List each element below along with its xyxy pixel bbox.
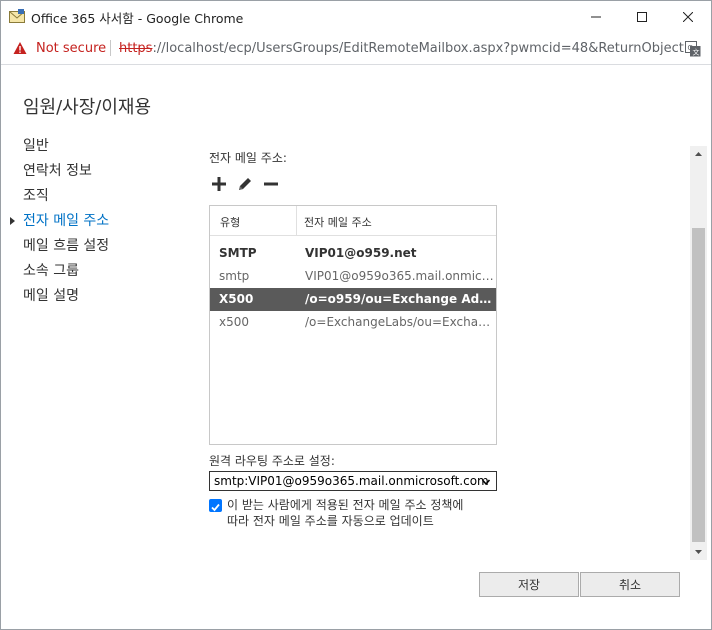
checkmark-icon <box>211 503 220 512</box>
vertical-scrollbar[interactable] <box>690 146 707 560</box>
table-header: 유형 전자 메일 주소 <box>210 206 496 236</box>
add-button[interactable] <box>209 174 229 194</box>
close-button[interactable] <box>665 1 711 32</box>
policy-checkbox-label: 이 받는 사람에게 적용된 전자 메일 주소 정책에 따라 전자 메일 주소를 … <box>227 498 464 528</box>
warning-icon <box>13 42 27 54</box>
minimize-icon <box>591 16 601 17</box>
scroll-up-arrow-icon <box>695 152 702 156</box>
nav-item-member-of[interactable]: 소속 그룹 <box>23 261 109 286</box>
cell-type: SMTP <box>219 246 257 260</box>
browser-window: Office 365 사서함 - Google Chrome Not secur… <box>0 0 712 630</box>
minimize-button[interactable] <box>573 1 619 32</box>
email-address-table: 유형 전자 메일 주소 SMTP VIP01@o959.net smtp VIP… <box>209 205 497 445</box>
nav-item-general[interactable]: 일반 <box>23 136 109 161</box>
cell-type: smtp <box>219 269 250 283</box>
column-header-address[interactable]: 전자 메일 주소 <box>304 214 372 230</box>
cell-type: x500 <box>219 315 250 329</box>
email-section-label: 전자 메일 주소: <box>209 151 287 165</box>
save-button[interactable]: 저장 <box>479 572 579 597</box>
security-status[interactable]: Not secure <box>36 41 106 56</box>
cell-address: /o=ExchangeLabs/ou=Exchange Administrati… <box>305 315 495 329</box>
pencil-icon <box>239 178 251 190</box>
cell-address: VIP01@o959o365.mail.onmicrosoft.com <box>305 269 495 283</box>
cell-address: VIP01@o959.net <box>305 246 417 260</box>
nav-item-organization[interactable]: 조직 <box>23 186 109 211</box>
scrollbar-thumb[interactable] <box>692 228 705 542</box>
cell-address: /o=o959/ou=Exchange Administrative Group <box>305 292 495 306</box>
cell-type: X500 <box>219 292 254 306</box>
column-header-type[interactable]: 유형 <box>220 214 240 230</box>
scroll-down-arrow-icon <box>695 550 702 554</box>
url-path: ://localhost/ecp/UsersGroups/EditRemoteM… <box>152 41 697 56</box>
scroll-up-button[interactable] <box>690 146 707 163</box>
chevron-down-icon <box>482 479 490 486</box>
column-divider <box>296 206 297 236</box>
nav-item-mail-tip[interactable]: 메일 설명 <box>23 286 109 311</box>
address-separator <box>110 40 111 56</box>
minus-icon <box>264 182 278 186</box>
plus-icon <box>212 177 226 191</box>
table-row[interactable]: SMTP VIP01@o959.net <box>210 242 496 265</box>
remove-button[interactable] <box>261 174 281 194</box>
cancel-button[interactable]: 취소 <box>580 572 680 597</box>
side-nav: 일반 연락처 정보 조직 전자 메일 주소 메일 흐름 설정 소속 그룹 메일 … <box>10 136 109 311</box>
close-icon <box>683 11 693 22</box>
translate-icon[interactable]: G 文 <box>685 41 701 57</box>
scroll-down-button[interactable] <box>690 543 707 560</box>
table-row[interactable]: x500 /o=ExchangeLabs/ou=Exchange Adminis… <box>210 311 496 334</box>
policy-checkbox[interactable] <box>209 499 222 512</box>
routing-address-select[interactable]: smtp:VIP01@o959o365.mail.onmicrosoft.com <box>209 471 497 491</box>
page-title: 임원/사장/이재용 <box>23 97 152 118</box>
url-field[interactable]: https://localhost/ecp/UsersGroups/EditRe… <box>119 41 696 56</box>
active-caret-icon <box>10 217 15 225</box>
maximize-icon <box>637 11 647 22</box>
address-bar: Not secure https://localhost/ecp/UsersGr… <box>1 32 711 65</box>
nav-item-email-address[interactable]: 전자 메일 주소 <box>23 211 109 236</box>
nav-item-mail-flow[interactable]: 메일 흐름 설정 <box>23 236 109 261</box>
edit-button[interactable] <box>235 174 255 194</box>
url-scheme: https <box>119 41 153 56</box>
table-row-selected[interactable]: X500 /o=o959/ou=Exchange Administrative … <box>210 288 496 311</box>
mail-envelope-icon <box>9 9 25 23</box>
nav-item-contact-info[interactable]: 연락처 정보 <box>23 161 109 186</box>
maximize-button[interactable] <box>619 1 665 32</box>
window-title: Office 365 사서함 - Google Chrome <box>31 11 244 26</box>
title-bar: Office 365 사서함 - Google Chrome <box>1 1 711 32</box>
routing-address-label: 원격 라우팅 주소로 설정: <box>209 454 335 468</box>
routing-address-value: smtp:VIP01@o959o365.mail.onmicrosoft.com <box>214 474 489 488</box>
email-section: 전자 메일 주소: <box>209 149 679 166</box>
svg-text:文: 文 <box>693 48 700 57</box>
table-row[interactable]: smtp VIP01@o959o365.mail.onmicrosoft.com <box>210 265 496 288</box>
